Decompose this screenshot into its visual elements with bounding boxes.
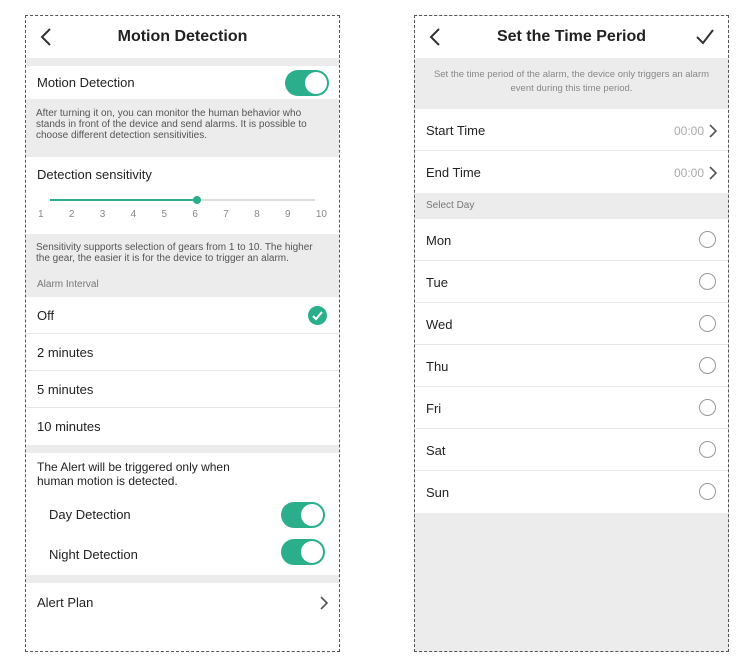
slider-track [50,196,315,204]
confirm-check-icon[interactable] [694,26,716,48]
slider-tick-label: 5 [161,209,168,220]
motion-detection-description: After turning it on, you can monitor the… [26,99,339,157]
divider [26,58,339,66]
slider-tick-label: 1 [38,209,44,220]
chevron-right-icon [320,596,329,610]
day-label: Thu [426,359,449,374]
motion-detection-toggle[interactable] [285,70,329,96]
navbar: Set the Time Period [415,16,728,58]
select-day-title: Select Day [426,200,475,211]
slider-fill [50,199,198,201]
day-row-mon[interactable]: Mon [415,219,728,261]
day-radio[interactable] [699,483,716,500]
time-period-screen: Set the Time Period Set the time period … [414,15,729,652]
day-radio[interactable] [699,357,716,374]
chevron-right-icon [709,166,718,180]
alarm-interval-header: Alarm Interval [26,277,339,297]
alert-note-row: The Alert will be triggered only when hu… [26,453,339,495]
divider [26,445,339,453]
day-row-fri[interactable]: Fri [415,387,728,429]
time-period-description: Set the time period of the alarm, the de… [415,58,728,109]
slider-knob[interactable] [193,196,202,204]
interval-option-5min[interactable]: 5 minutes [26,371,339,408]
day-radio[interactable] [699,273,716,290]
slider-tick-label: 4 [130,209,137,220]
slider-tick-label: 8 [254,209,260,220]
motion-detection-label: Motion Detection [37,75,135,90]
end-time-label: End Time [426,165,481,180]
slider-tick-label: 10 [315,209,327,220]
interval-option-label: 5 minutes [37,382,94,397]
check-icon [308,306,327,325]
end-time-value: 00:00 [673,166,704,180]
slider-tick-label: 7 [223,209,229,220]
alarm-interval-title: Alarm Interval [37,279,99,290]
divider [26,575,339,583]
motion-detection-row: Motion Detection [26,66,339,99]
slider-tick-label: 6 [192,209,198,220]
slider-ticks: 1 2 3 4 5 6 7 8 9 10 [38,209,327,220]
alert-plan-row[interactable]: Alert Plan [26,583,339,623]
sensitivity-description: Sensitivity supports selection of gears … [26,234,339,277]
alert-plan-label: Alert Plan [37,595,94,610]
day-row-sat[interactable]: Sat [415,429,728,471]
slider-tick-label: 3 [99,209,106,220]
day-label: Fri [426,401,442,416]
interval-option-off[interactable]: Off [26,297,339,334]
night-detection-row: Night Detection [26,535,339,575]
day-row-thu[interactable]: Thu [415,345,728,387]
day-label: Sat [426,443,446,458]
interval-option-10min[interactable]: 10 minutes [26,408,339,445]
day-radio[interactable] [699,231,716,248]
day-radio[interactable] [699,441,716,458]
sensitivity-row: Detection sensitivity 1 2 3 4 5 6 7 8 9 10 [26,157,339,234]
day-row-sun[interactable]: Sun [415,471,728,513]
day-detection-row: Day Detection [26,495,339,535]
motion-detection-screen: Motion Detection Motion Detection After … [25,15,340,652]
sensitivity-label: Detection sensitivity [37,167,152,182]
day-label: Mon [426,233,452,248]
interval-option-label: 10 minutes [37,419,101,434]
slider-tick-label: 2 [68,209,75,220]
day-radio[interactable] [699,399,716,416]
night-detection-toggle[interactable] [281,539,325,565]
start-time-value: 00:00 [673,124,704,138]
interval-option-2min[interactable]: 2 minutes [26,334,339,371]
day-row-tue[interactable]: Tue [415,261,728,303]
select-day-header: Select Day [415,193,728,219]
alert-note: The Alert will be triggered only when hu… [37,460,230,488]
chevron-right-icon [709,124,718,138]
slider-tick-label: 9 [285,209,291,220]
start-time-label: Start Time [426,123,486,138]
night-detection-label: Night Detection [49,547,138,562]
navbar: Motion Detection [26,16,339,58]
interval-option-label: Off [37,308,55,323]
day-radio[interactable] [699,315,716,332]
page-title: Set the Time Period [496,28,647,45]
start-time-row[interactable]: Start Time 00:00 [415,109,728,151]
day-detection-toggle[interactable] [281,502,325,528]
day-row-wed[interactable]: Wed [415,303,728,345]
day-label: Tue [426,275,448,290]
interval-option-label: 2 minutes [37,345,94,360]
end-time-row[interactable]: End Time 00:00 [415,151,728,193]
day-label: Sun [426,485,450,500]
day-detection-label: Day Detection [49,507,131,522]
day-label: Wed [426,317,453,332]
page-title: Motion Detection [117,28,248,45]
sensitivity-slider[interactable]: 1 2 3 4 5 6 7 8 9 10 [38,196,327,225]
